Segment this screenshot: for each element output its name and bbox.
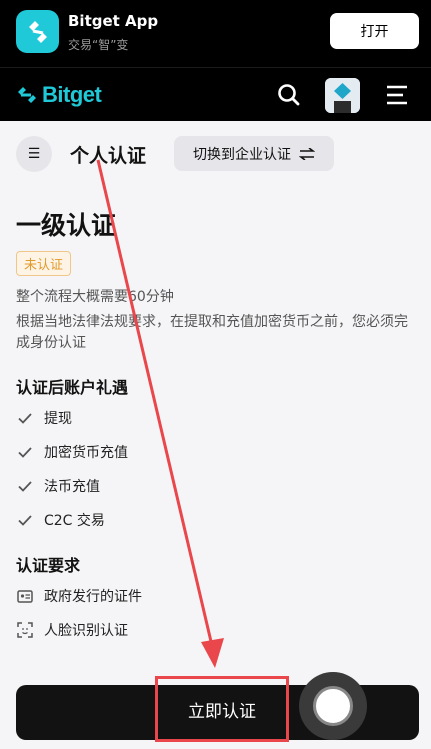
switch-to-enterprise-button[interactable]: 切换到企业认证 <box>174 136 334 171</box>
verification-level-title: 一级认证 <box>16 211 117 240</box>
app-name: Bitget App <box>68 12 159 30</box>
app-tagline: 交易“智”变 <box>68 38 129 52</box>
open-app-button[interactable]: 打开 <box>330 13 419 49</box>
benefit-item: C2C 交易 <box>16 510 105 530</box>
requirement-item: 人脸识别认证 <box>16 620 128 640</box>
bitget-logo[interactable]: Bitget <box>16 82 102 108</box>
floating-assistive-button[interactable] <box>299 672 367 740</box>
check-icon <box>16 409 34 427</box>
requirement-item: 政府发行的证件 <box>16 586 142 606</box>
benefit-label: 加密货币充值 <box>44 445 128 461</box>
arrow-head-icon <box>201 638 224 668</box>
benefit-label: 法币充值 <box>44 479 100 495</box>
top-nav: Bitget <box>0 67 431 121</box>
id-card-icon <box>16 587 34 605</box>
app-download-banner: Bitget App 交易“智”变 打开 <box>0 0 431 67</box>
requirement-label: 政府发行的证件 <box>44 589 142 605</box>
requirement-label: 人脸识别认证 <box>44 623 128 639</box>
benefit-item: 提现 <box>16 408 72 428</box>
search-icon[interactable] <box>276 82 302 108</box>
status-badge: 未认证 <box>16 251 72 276</box>
requirements-title: 认证要求 <box>16 556 81 575</box>
check-icon <box>16 477 34 495</box>
check-icon <box>16 443 34 461</box>
benefits-title: 认证后账户礼遇 <box>16 378 129 397</box>
time-estimate: 整个流程大概需要60分钟 <box>16 289 174 305</box>
switch-label: 切换到企业认证 <box>193 146 291 163</box>
benefit-label: 提现 <box>44 411 72 427</box>
avatar[interactable] <box>325 78 360 113</box>
hamburger-menu-icon[interactable] <box>385 83 409 107</box>
assistive-touch-icon <box>313 686 353 726</box>
benefit-item: 加密货币充值 <box>16 442 128 462</box>
benefit-item: 法币充值 <box>16 476 100 496</box>
check-icon <box>16 511 34 529</box>
verification-description: 根据当地法律法规要求，在提取和充值加密货币之前，您必须完成身份认证 <box>16 314 408 351</box>
benefit-label: C2C 交易 <box>44 513 105 529</box>
page-title: 个人认证 <box>70 145 147 167</box>
swap-arrows-icon <box>299 147 315 160</box>
logo-mark-icon <box>18 87 36 103</box>
bitget-app-icon[interactable] <box>16 10 59 53</box>
list-menu-icon: ☰ <box>27 146 41 162</box>
verify-now-label[interactable]: 立即认证 <box>155 676 289 742</box>
logo-text: Bitget <box>42 82 102 107</box>
face-scan-icon <box>16 621 34 639</box>
side-menu-button[interactable]: ☰ <box>16 136 52 172</box>
